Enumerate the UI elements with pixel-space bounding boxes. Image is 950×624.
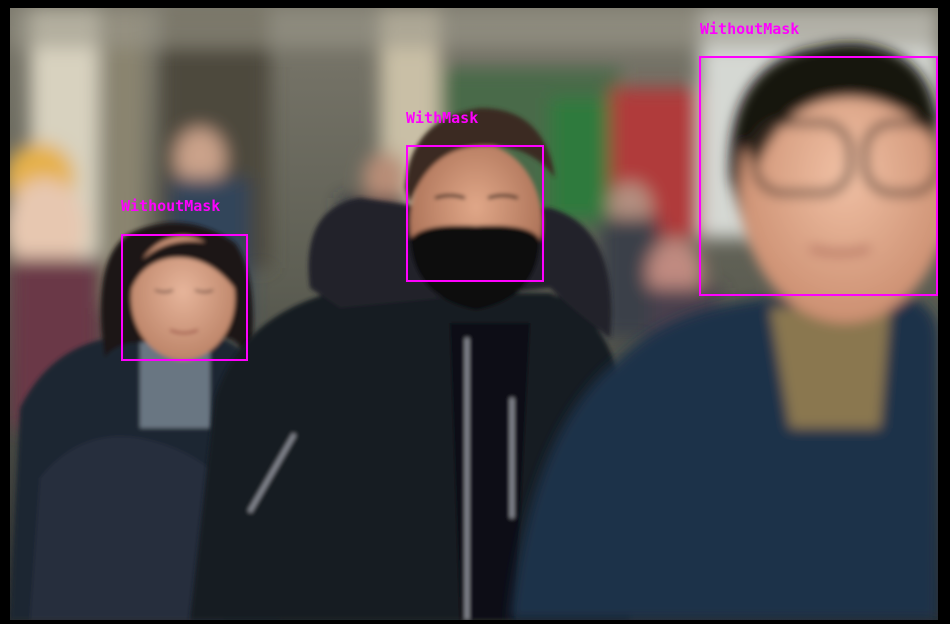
street-photo: WithoutMask WithMask WithoutMask: [10, 8, 938, 620]
detection-box-front-man: [699, 56, 938, 296]
image-frame: WithoutMask WithMask WithoutMask: [0, 0, 950, 624]
detection-box-woman: [121, 234, 248, 361]
detection-label-front-man: WithoutMask: [700, 20, 800, 38]
detection-box-masked-man: [406, 145, 544, 282]
detection-label-masked-man: WithMask: [406, 109, 479, 127]
detection-label-woman: WithoutMask: [121, 197, 221, 215]
